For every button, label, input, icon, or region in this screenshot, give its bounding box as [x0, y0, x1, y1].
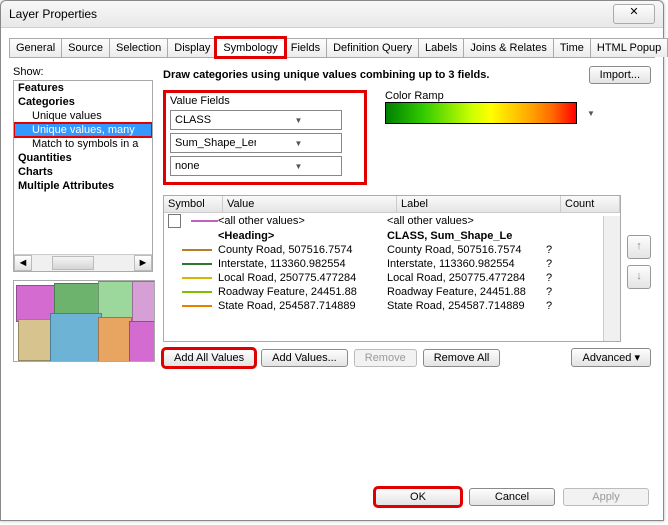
color-ramp-label: Color Ramp — [385, 90, 599, 102]
value-field-3-text: none — [171, 160, 256, 172]
tree-scroll-left[interactable]: ◄ — [14, 255, 32, 271]
value-field-1-text: CLASS — [171, 114, 256, 126]
tree-scroll-right[interactable]: ► — [134, 255, 152, 271]
tab-joins-relates[interactable]: Joins & Relates — [463, 38, 553, 57]
symbol-grid[interactable]: Symbol Value Label Count <all other valu… — [163, 195, 621, 342]
color-ramp[interactable] — [385, 102, 577, 124]
tab-general[interactable]: General — [9, 38, 62, 57]
chevron-down-icon: ▼ — [256, 162, 341, 171]
allother-value: <all other values> — [218, 215, 387, 227]
tab-source[interactable]: Source — [61, 38, 110, 57]
tree-categories[interactable]: Categories — [14, 95, 152, 109]
allother-label: <all other values> — [387, 215, 546, 227]
tree-unique-values[interactable]: Unique values — [14, 109, 152, 123]
tab-selection[interactable]: Selection — [109, 38, 168, 57]
grid-row[interactable]: Roadway Feature, 24451.88 Roadway Featur… — [164, 285, 620, 299]
layer-properties-window: Layer Properties ✕ General Source Select… — [0, 0, 664, 521]
allother-checkbox[interactable] — [168, 214, 181, 228]
value-fields-label: Value Fields — [170, 95, 360, 107]
tab-display[interactable]: Display — [167, 38, 217, 57]
add-all-values-button[interactable]: Add All Values — [163, 349, 255, 367]
dialog-buttons: OK Cancel Apply — [1, 478, 663, 520]
tree-scrollbar[interactable]: ◄ ► — [14, 254, 152, 271]
chevron-down-icon[interactable]: ▼ — [583, 109, 599, 118]
cancel-button[interactable]: Cancel — [469, 488, 555, 506]
grid-header-label[interactable]: Label — [397, 196, 561, 212]
advanced-button[interactable]: Advanced ▾ — [571, 348, 651, 367]
heading-label: CLASS, Sum_Shape_Le — [387, 230, 546, 242]
grid-row[interactable]: Local Road, 250775.477284 Local Road, 25… — [164, 271, 620, 285]
grid-row[interactable]: State Road, 254587.714889 State Road, 25… — [164, 299, 620, 313]
move-down-button[interactable]: ↓ — [627, 265, 651, 289]
grid-row[interactable]: Interstate, 113360.982554 Interstate, 11… — [164, 257, 620, 271]
tree-match-symbols[interactable]: Match to symbols in a — [14, 137, 152, 151]
grid-row-allother[interactable]: <all other values> <all other values> — [164, 213, 620, 229]
show-label: Show: — [13, 66, 153, 78]
tab-labels[interactable]: Labels — [418, 38, 464, 57]
heading-value: <Heading> — [218, 230, 387, 242]
tab-definition-query[interactable]: Definition Query — [326, 38, 419, 57]
tab-fields[interactable]: Fields — [284, 38, 327, 57]
grid-scrollbar[interactable] — [603, 216, 620, 341]
tab-time[interactable]: Time — [553, 38, 591, 57]
import-button[interactable]: Import... — [589, 66, 651, 84]
grid-row-heading[interactable]: <Heading> CLASS, Sum_Shape_Le — [164, 229, 620, 243]
tree-scroll-thumb[interactable] — [52, 256, 94, 270]
map-preview — [13, 280, 155, 362]
description-label: Draw categories using unique values comb… — [163, 69, 583, 81]
tree-unique-values-many[interactable]: Unique values, many — [14, 123, 152, 137]
grid-header-value[interactable]: Value — [223, 196, 397, 212]
value-field-3[interactable]: none ▼ — [170, 156, 342, 176]
remove-button[interactable]: Remove — [354, 349, 417, 367]
show-tree[interactable]: Features Categories Unique values Unique… — [13, 80, 153, 272]
tab-symbology[interactable]: Symbology — [216, 38, 284, 57]
grid-header: Symbol Value Label Count — [164, 196, 620, 213]
titlebar: Layer Properties ✕ — [1, 1, 663, 28]
tab-html-popup[interactable]: HTML Popup — [590, 38, 668, 57]
value-field-2[interactable]: Sum_Shape_Length ▼ — [170, 133, 342, 153]
value-field-1[interactable]: CLASS ▼ — [170, 110, 342, 130]
tree-multiple[interactable]: Multiple Attributes — [14, 179, 152, 193]
chevron-down-icon: ▼ — [256, 116, 341, 125]
grid-header-symbol[interactable]: Symbol — [164, 196, 223, 212]
tab-strip: General Source Selection Display Symbolo… — [9, 38, 655, 58]
tree-features[interactable]: Features — [14, 81, 152, 95]
chevron-down-icon: ▼ — [256, 139, 341, 148]
grid-header-count[interactable]: Count — [561, 196, 620, 212]
window-title: Layer Properties — [9, 7, 613, 21]
move-up-button[interactable]: ↑ — [627, 235, 651, 259]
value-fields-group: Value Fields CLASS ▼ Sum_Shape_Length ▼ … — [163, 90, 367, 185]
remove-all-button[interactable]: Remove All — [423, 349, 501, 367]
value-field-2-text: Sum_Shape_Length — [171, 137, 256, 149]
grid-row[interactable]: County Road, 507516.7574 County Road, 50… — [164, 243, 620, 257]
apply-button[interactable]: Apply — [563, 488, 649, 506]
ok-button[interactable]: OK — [375, 488, 461, 506]
tree-quantities[interactable]: Quantities — [14, 151, 152, 165]
close-button[interactable]: ✕ — [613, 4, 655, 24]
add-values-button[interactable]: Add Values... — [261, 349, 348, 367]
tree-charts[interactable]: Charts — [14, 165, 152, 179]
